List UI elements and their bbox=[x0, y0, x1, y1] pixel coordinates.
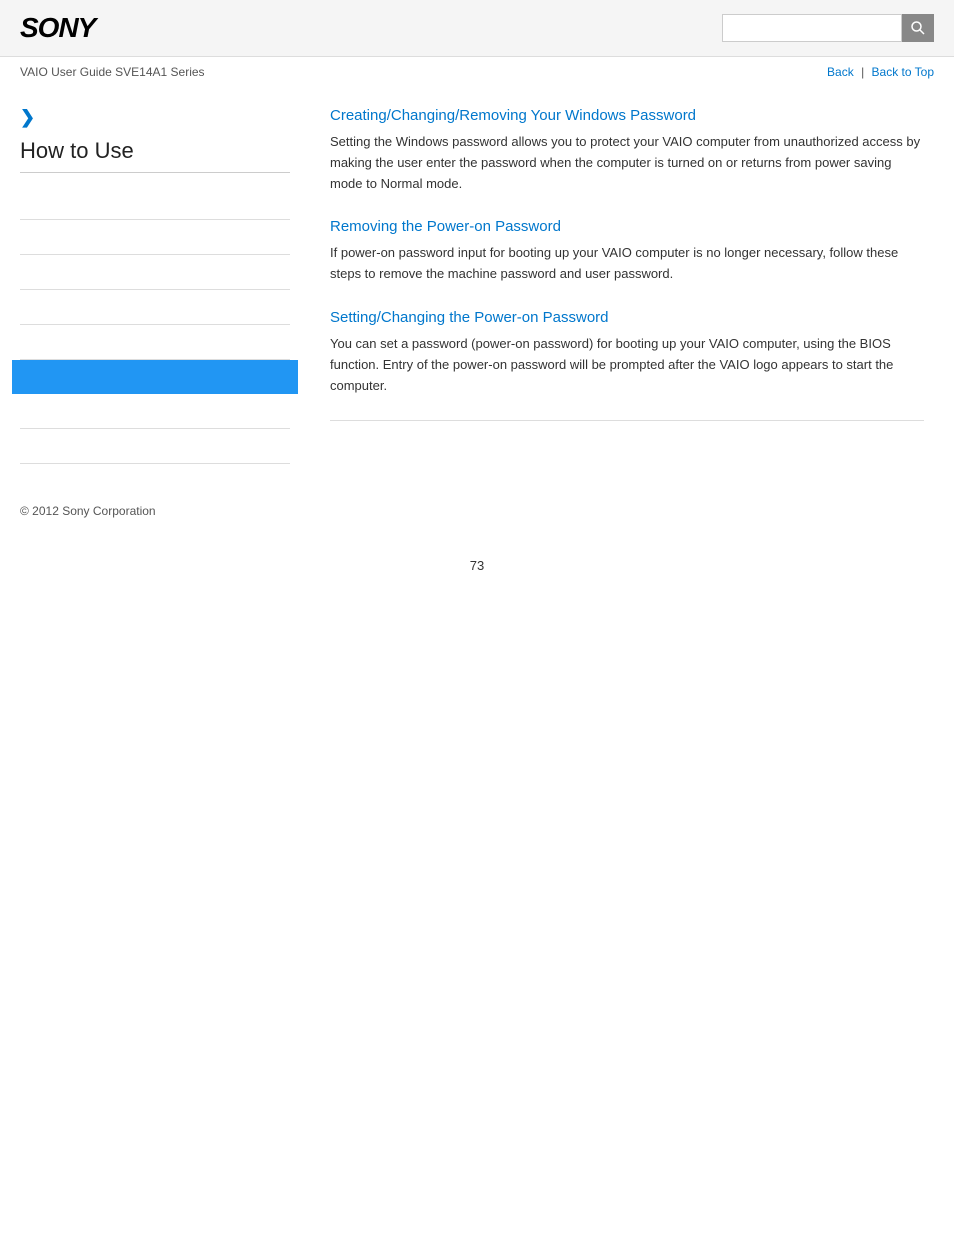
content-area: Creating/Changing/Removing Your Windows … bbox=[310, 87, 954, 484]
sidebar-nav-item-7[interactable] bbox=[20, 394, 290, 429]
sidebar-nav-item-5[interactable] bbox=[20, 325, 290, 360]
sidebar: ❯ How to Use bbox=[0, 87, 310, 484]
sidebar-nav-item-4[interactable] bbox=[20, 290, 290, 325]
section-1-title[interactable]: Creating/Changing/Removing Your Windows … bbox=[330, 107, 924, 124]
sidebar-nav-link-4[interactable] bbox=[20, 300, 23, 314]
sidebar-nav-link-7[interactable] bbox=[20, 404, 23, 418]
section-1-text: Setting the Windows password allows you … bbox=[330, 132, 924, 194]
sidebar-title: How to Use bbox=[20, 138, 290, 173]
section-2-text: If power-on password input for booting u… bbox=[330, 243, 924, 285]
sidebar-nav-item-8[interactable] bbox=[20, 429, 290, 464]
search-area bbox=[722, 14, 934, 42]
content-divider bbox=[330, 420, 924, 421]
section-3-text: You can set a password (power-on passwor… bbox=[330, 334, 924, 396]
sidebar-nav-link-8[interactable] bbox=[20, 439, 23, 453]
content-section-3: Setting/Changing the Power-on Password Y… bbox=[330, 309, 924, 396]
sony-logo: SONY bbox=[20, 12, 95, 44]
sidebar-nav-link-3[interactable] bbox=[20, 265, 23, 279]
guide-title: VAIO User Guide SVE14A1 Series bbox=[20, 65, 205, 79]
content-section-1: Creating/Changing/Removing Your Windows … bbox=[330, 107, 924, 194]
section-2-title[interactable]: Removing the Power-on Password bbox=[330, 218, 924, 235]
content-section-2: Removing the Power-on Password If power-… bbox=[330, 218, 924, 285]
nav-links: Back | Back to Top bbox=[827, 65, 934, 79]
sidebar-nav-link-1[interactable] bbox=[20, 195, 23, 209]
sidebar-nav-link-5[interactable] bbox=[20, 335, 23, 349]
sidebar-chevron-icon: ❯ bbox=[20, 107, 290, 128]
main-container: ❯ How to Use Creating/Changing/Removing … bbox=[0, 87, 954, 484]
sidebar-nav-item-3[interactable] bbox=[20, 255, 290, 290]
sidebar-nav-link-2[interactable] bbox=[20, 230, 23, 244]
sidebar-nav-list bbox=[20, 185, 290, 464]
section-3-title[interactable]: Setting/Changing the Power-on Password bbox=[330, 309, 924, 326]
search-input[interactable] bbox=[722, 14, 902, 42]
sidebar-nav-item-2[interactable] bbox=[20, 220, 290, 255]
search-icon bbox=[910, 20, 926, 36]
copyright-text: © 2012 Sony Corporation bbox=[20, 504, 156, 518]
sidebar-nav-item-1[interactable] bbox=[20, 185, 290, 220]
sidebar-nav-link-6[interactable] bbox=[20, 370, 23, 384]
page-number: 73 bbox=[0, 538, 954, 593]
back-to-top-link[interactable]: Back to Top bbox=[872, 65, 934, 79]
nav-bar: VAIO User Guide SVE14A1 Series Back | Ba… bbox=[0, 57, 954, 87]
search-button[interactable] bbox=[902, 14, 934, 42]
nav-separator: | bbox=[861, 65, 867, 79]
page-footer: © 2012 Sony Corporation bbox=[0, 484, 954, 538]
page-header: SONY bbox=[0, 0, 954, 57]
back-link[interactable]: Back bbox=[827, 65, 854, 79]
sidebar-nav-item-6-active[interactable] bbox=[12, 360, 298, 394]
